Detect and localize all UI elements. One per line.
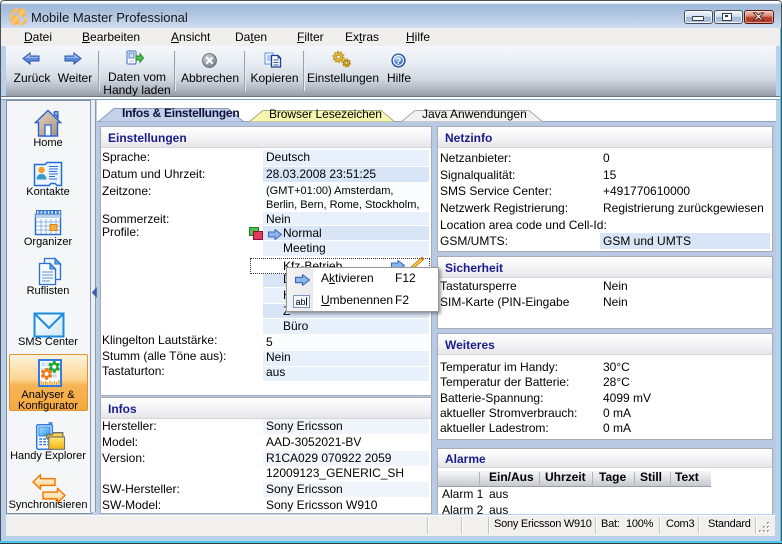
svg-text:?: ? xyxy=(396,56,402,67)
svg-text:ab: ab xyxy=(296,297,306,307)
